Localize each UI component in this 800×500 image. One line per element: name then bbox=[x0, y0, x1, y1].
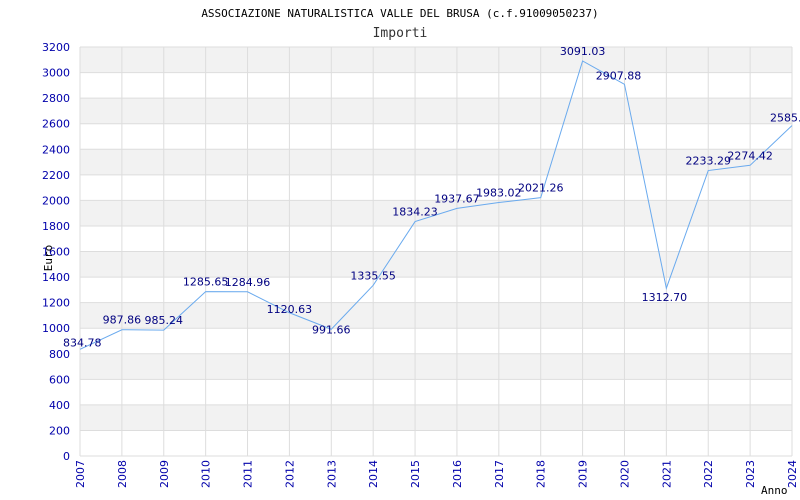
y-tick-label: 1000 bbox=[42, 322, 70, 335]
y-tick-label: 800 bbox=[49, 348, 70, 361]
plot-band bbox=[80, 72, 792, 99]
x-tick-label: 2009 bbox=[158, 460, 171, 488]
plot-band bbox=[80, 302, 792, 329]
data-label: 1937.67 bbox=[434, 192, 480, 205]
plot-band bbox=[80, 353, 792, 380]
x-axis-label: Anno bbox=[761, 484, 788, 497]
x-tick-label: 2019 bbox=[577, 460, 590, 488]
x-tick-label: 2014 bbox=[367, 460, 380, 488]
data-label: 2585.4 bbox=[770, 112, 800, 125]
x-tick-label: 2013 bbox=[325, 460, 338, 488]
chart-subtitle: Importi bbox=[373, 26, 428, 41]
plot-band bbox=[80, 123, 792, 150]
y-tick-label: 3200 bbox=[42, 41, 70, 54]
y-tick-label: 2400 bbox=[42, 143, 70, 156]
x-tick-label: 2021 bbox=[660, 460, 673, 488]
y-tick-label: 2800 bbox=[42, 92, 70, 105]
y-tick-label: 400 bbox=[49, 399, 70, 412]
data-label: 2021.26 bbox=[518, 182, 564, 195]
data-label: 1335.55 bbox=[350, 269, 396, 282]
y-tick-label: 2200 bbox=[42, 169, 70, 182]
plot-band bbox=[80, 251, 792, 278]
x-tick-label: 2018 bbox=[535, 460, 548, 488]
plot-band bbox=[80, 328, 792, 354]
chart-title: ASSOCIAZIONE NATURALISTICA VALLE DEL BRU… bbox=[201, 7, 598, 20]
y-tick-label: 1400 bbox=[42, 271, 70, 284]
y-tick-label: 1200 bbox=[42, 297, 70, 310]
x-tick-label: 2007 bbox=[74, 460, 87, 488]
data-label: 1312.70 bbox=[642, 291, 688, 304]
data-label: 991.66 bbox=[312, 323, 351, 336]
data-label: 1120.63 bbox=[267, 303, 313, 316]
plot-band bbox=[80, 379, 792, 405]
y-tick-label: 1800 bbox=[42, 220, 70, 233]
x-tick-label: 2012 bbox=[283, 460, 296, 488]
x-tick-label: 2023 bbox=[744, 460, 757, 488]
x-tick-label: 2011 bbox=[242, 460, 255, 488]
plot-band bbox=[80, 404, 792, 431]
y-tick-label: 3000 bbox=[42, 67, 70, 80]
y-axis-label: Euro bbox=[42, 245, 55, 272]
plot-band bbox=[80, 430, 792, 456]
x-tick-label: 2010 bbox=[200, 460, 213, 488]
y-tick-label: 0 bbox=[63, 450, 70, 463]
x-tick-label: 2015 bbox=[409, 460, 422, 488]
x-tick-label: 2016 bbox=[451, 460, 464, 488]
line-chart: ASSOCIAZIONE NATURALISTICA VALLE DEL BRU… bbox=[42, 7, 800, 497]
y-tick-label: 2600 bbox=[42, 118, 70, 131]
x-axis-ticks: 2007 2008 2009 2010 2011 2012 2013 2014 2015 2016… bbox=[74, 460, 799, 488]
y-tick-label: 600 bbox=[49, 373, 70, 386]
data-label: 1983.02 bbox=[476, 187, 522, 200]
data-label: 3091.03 bbox=[560, 45, 606, 58]
data-label: 1285.65 bbox=[183, 276, 229, 289]
y-tick-label: 2000 bbox=[42, 194, 70, 207]
x-tick-label: 2022 bbox=[702, 460, 715, 488]
x-tick-label: 2008 bbox=[116, 460, 129, 488]
data-label: 2233.29 bbox=[685, 155, 731, 168]
data-label: 1284.96 bbox=[225, 276, 271, 289]
data-label: 2907.88 bbox=[596, 69, 642, 82]
data-label: 2274.42 bbox=[727, 149, 773, 162]
x-tick-label: 2017 bbox=[493, 460, 506, 488]
data-label: 987.86 bbox=[103, 314, 142, 327]
data-label: 985.24 bbox=[145, 314, 184, 327]
data-label: 834.78 bbox=[63, 336, 102, 349]
y-tick-label: 200 bbox=[49, 424, 70, 437]
x-tick-label: 2020 bbox=[618, 460, 631, 488]
plot-band bbox=[80, 98, 792, 124]
x-tick-label: 2024 bbox=[786, 460, 799, 488]
plot-band bbox=[80, 47, 792, 73]
data-label: 1834.23 bbox=[392, 206, 438, 219]
plot-band bbox=[80, 225, 792, 252]
